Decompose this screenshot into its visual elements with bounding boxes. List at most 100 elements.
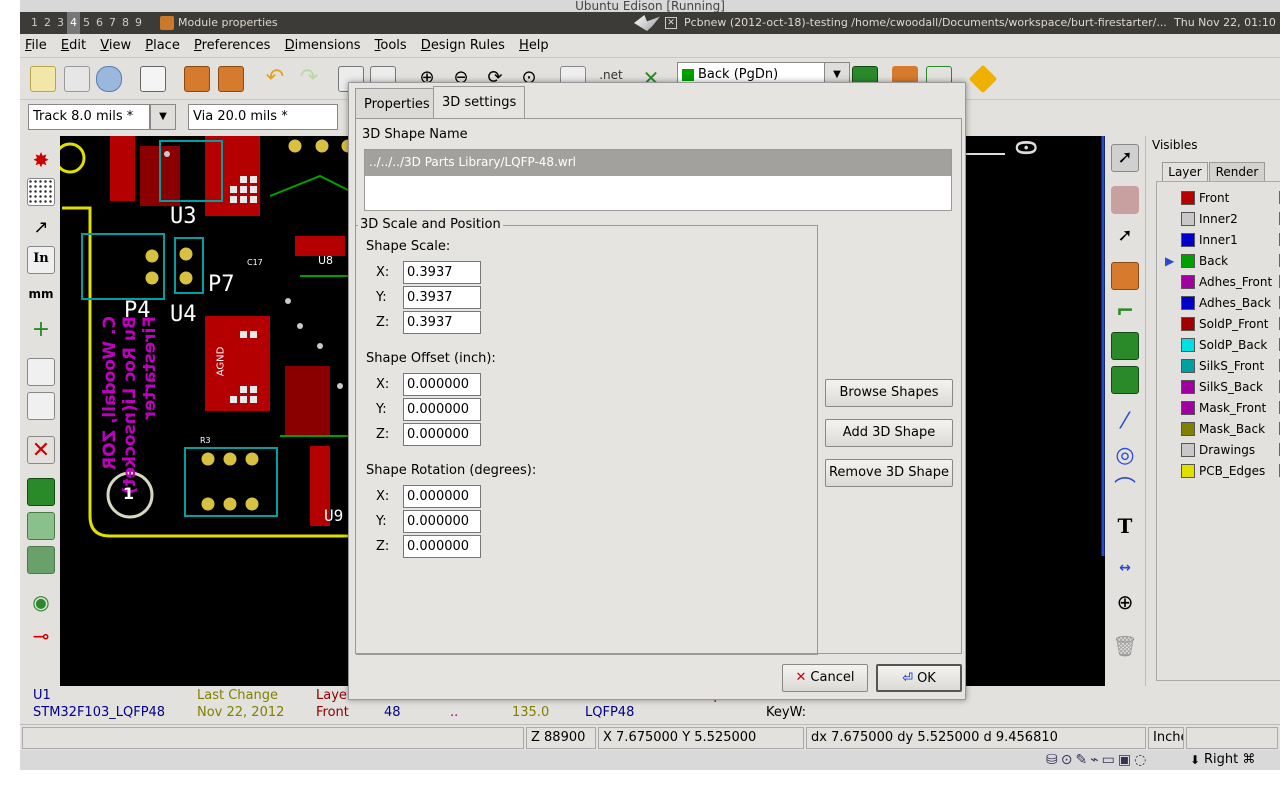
undo-icon[interactable]: ↶ [262, 66, 288, 92]
module-ratsnest-icon[interactable] [27, 392, 55, 420]
shape-list[interactable]: ../../../3D Parts Library/LQFP-48.wrl [364, 149, 952, 211]
route-track-icon[interactable]: ⌐ [1111, 298, 1139, 326]
layer-row-soldp-front[interactable]: SoldP_Front✓ [1179, 314, 1280, 334]
workspace-2[interactable]: 2 [41, 12, 54, 34]
menu-design-rules[interactable]: Design Rules [416, 34, 510, 57]
layer-row-inner2[interactable]: Inner2 [1179, 209, 1280, 229]
rotation-y-input[interactable]: 0.000000 [403, 510, 481, 533]
offset-x-input[interactable]: 0.000000 [403, 373, 481, 396]
layer-row-adhes-back[interactable]: Adhes_Back✓ [1179, 293, 1280, 313]
layer-row-soldp-back[interactable]: SoldP_Back✓ [1179, 335, 1280, 355]
layer-swatch[interactable] [1181, 254, 1195, 268]
layer-swatch[interactable] [1181, 422, 1195, 436]
layer-swatch[interactable] [1181, 443, 1195, 457]
select-arrow-icon[interactable]: ➚ [1111, 144, 1139, 172]
library-browser-icon[interactable] [218, 66, 244, 92]
layer-swatch[interactable] [1181, 359, 1195, 373]
workspace-8[interactable]: 8 [119, 12, 132, 34]
scale-y-input[interactable]: 0.3937 [403, 286, 481, 309]
track-width-dropdown[interactable]: ▼ [150, 104, 176, 130]
layer-row-pcb-edges[interactable]: PCB_Edges✓ [1179, 461, 1280, 481]
workspace-switcher[interactable]: 123456789 [28, 12, 145, 34]
layer-row-mask-front[interactable]: Mask_Front✓ [1179, 398, 1280, 418]
menu-help[interactable]: Help [514, 34, 554, 57]
add-dimension-icon[interactable]: ↔ [1111, 554, 1139, 582]
highlight-net-icon[interactable] [1111, 186, 1139, 214]
layer-swatch[interactable] [1181, 191, 1195, 205]
rotation-z-input[interactable]: 0.000000 [403, 535, 481, 558]
zone-fill-icon[interactable] [27, 478, 55, 506]
add-arc-icon[interactable]: ⌒ [1111, 476, 1139, 504]
vm-device-icons[interactable]: ⛁⊙✎⌁▭▣◌ [1046, 750, 1149, 770]
polar-coords-icon[interactable]: ↗ [27, 214, 55, 242]
layer-swatch[interactable] [1181, 212, 1195, 226]
auto-delete-track-icon[interactable]: ✕ [27, 436, 55, 464]
add-3d-shape-button[interactable]: Add 3D Shape [825, 419, 953, 447]
zone-outline-icon[interactable] [27, 512, 55, 540]
layer-row-drawings[interactable]: Drawings✓ [1179, 440, 1280, 460]
menu-dimensions[interactable]: Dimensions [280, 34, 366, 57]
tab-render[interactable]: Render [1209, 162, 1265, 182]
workspace-3[interactable]: 3 [54, 12, 67, 34]
workspace-9[interactable]: 9 [132, 12, 145, 34]
layer-swatch[interactable] [1181, 464, 1195, 478]
page-settings-icon[interactable] [140, 66, 166, 92]
layer-row-silks-front[interactable]: SilkS_Front✓ [1179, 356, 1280, 376]
open-board-icon[interactable] [64, 66, 90, 92]
tab-layer[interactable]: Layer [1162, 162, 1208, 182]
layer-swatch[interactable] [1181, 275, 1195, 289]
redo-icon[interactable]: ↷ [296, 66, 322, 92]
layer-swatch[interactable] [1181, 296, 1195, 310]
add-target-icon[interactable]: ⊕ [1111, 588, 1139, 616]
menu-view[interactable]: View [95, 34, 136, 57]
layer-swatch[interactable] [1181, 233, 1195, 247]
vias-sketch-icon[interactable]: ⊸ [27, 622, 55, 650]
via-size-select[interactable]: Via 20.0 mils * [188, 104, 338, 130]
workspace-6[interactable]: 6 [93, 12, 106, 34]
layer-row-adhes-front[interactable]: Adhes_Front✓ [1179, 272, 1280, 292]
local-ratsnest-icon[interactable]: ➚ [1111, 222, 1139, 250]
layer-swatch[interactable] [1181, 380, 1195, 394]
add-module-icon[interactable] [1111, 262, 1139, 290]
shape-list-item[interactable]: ../../../3D Parts Library/LQFP-48.wrl [365, 150, 951, 176]
mm-units-button[interactable]: mm [27, 282, 55, 310]
cursor-shape-icon[interactable]: + [27, 316, 55, 344]
layer-swatch[interactable] [1181, 338, 1195, 352]
add-zone-icon[interactable] [1111, 332, 1139, 360]
save-board-icon[interactable] [96, 66, 122, 92]
menu-edit[interactable]: Edit [56, 34, 91, 57]
module-editor-icon[interactable] [184, 66, 210, 92]
menu-preferences[interactable]: Preferences [189, 34, 275, 57]
layer-row-silks-back[interactable]: SilkS_Back✓ [1179, 377, 1280, 397]
ratsnest-icon[interactable] [27, 358, 55, 386]
remove-3d-shape-button[interactable]: Remove 3D Shape [825, 459, 953, 487]
workspace-7[interactable]: 7 [106, 12, 119, 34]
tab-properties[interactable]: Properties [355, 88, 439, 118]
clock[interactable]: Thu Nov 22, 01:10 [1174, 12, 1276, 34]
layer-row-mask-back[interactable]: Mask_Back✓ [1179, 419, 1280, 439]
layer-row-front[interactable]: Front✓ [1179, 188, 1280, 208]
track-width-select[interactable]: Track 8.0 mils * [28, 104, 150, 130]
add-circle-icon[interactable]: ◎ [1111, 442, 1139, 470]
menu-file[interactable]: File [20, 34, 52, 57]
layer-swatch[interactable] [1181, 401, 1195, 415]
scale-x-input[interactable]: 0.3937 [403, 261, 481, 284]
add-line-icon[interactable]: ⁄ [1111, 408, 1139, 436]
offset-z-input[interactable]: 0.000000 [403, 423, 481, 446]
scale-z-input[interactable]: 0.3937 [403, 311, 481, 334]
pads-sketch-icon[interactable]: ◉ [27, 588, 55, 616]
new-board-icon[interactable] [30, 66, 56, 92]
taskbar-app-label[interactable]: Module properties [178, 12, 278, 34]
grid-icon[interactable] [27, 178, 55, 206]
workspace-5[interactable]: 5 [80, 12, 93, 34]
workspace-1[interactable]: 1 [28, 12, 41, 34]
tab-3d-settings[interactable]: 3D settings [433, 86, 526, 119]
menu-tools[interactable]: Tools [370, 34, 412, 57]
browse-shapes-button[interactable]: Browse Shapes [825, 379, 953, 407]
drc-off-icon[interactable]: ✸ [27, 146, 55, 174]
offset-y-input[interactable]: 0.000000 [403, 398, 481, 421]
inch-units-button[interactable]: In [27, 246, 55, 274]
add-keepout-icon[interactable] [1111, 366, 1139, 394]
workspace-4[interactable]: 4 [67, 12, 80, 34]
zone-sketch-icon[interactable] [27, 546, 55, 574]
